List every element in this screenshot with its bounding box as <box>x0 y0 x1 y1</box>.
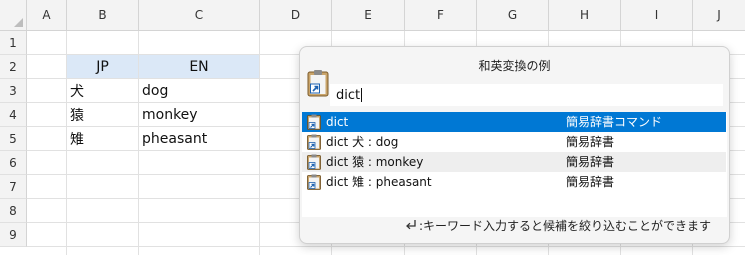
row-header-1[interactable]: 1 <box>0 31 27 55</box>
result-list: dict 簡易辞書コマンド dict 犬 : dog 簡易辞書 dict 猿:… <box>302 112 727 217</box>
footer-hint-text: :キーワード入力すると候補を絞り込むことができます <box>418 218 711 233</box>
cell-c2[interactable]: EN <box>139 55 259 78</box>
cell-b3[interactable]: 犬 <box>67 79 138 102</box>
gridline <box>27 246 745 247</box>
launcher-popup: 和英変換の例 dict dict 簡易辞書コマンド dict 犬: dog 簡… <box>299 46 730 244</box>
clipboard-shortcut-icon <box>307 134 321 150</box>
footer-hint: :キーワード入力すると候補を絞り込むことができます <box>405 218 711 233</box>
select-all-corner[interactable] <box>0 0 27 31</box>
cell-b5[interactable]: 雉 <box>67 127 138 150</box>
row-header-4[interactable]: 4 <box>0 103 27 127</box>
column-header-d[interactable]: D <box>260 0 332 31</box>
column-header-g[interactable]: G <box>477 0 549 31</box>
column-header-i[interactable]: I <box>621 0 693 31</box>
column-header-a[interactable]: A <box>27 0 67 31</box>
result-type: 簡易辞書 <box>566 175 615 189</box>
search-input-value: dict <box>336 87 361 103</box>
row-header-9[interactable]: 9 <box>0 223 27 247</box>
cell-b4[interactable]: 猿 <box>67 103 138 126</box>
text-caret <box>361 88 363 102</box>
result-type: 簡易辞書 <box>566 135 615 149</box>
result-item-monkey[interactable]: dict 猿 : monkey 簡易辞書 <box>302 152 726 172</box>
result-item-dict[interactable]: dict 簡易辞書コマンド <box>302 112 726 132</box>
clipboard-shortcut-icon <box>307 114 321 130</box>
cell-b2[interactable]: JP <box>67 55 138 78</box>
row-header-3[interactable]: 3 <box>0 79 27 103</box>
clipboard-shortcut-icon <box>307 154 321 170</box>
cell-c3[interactable]: dog <box>139 79 259 102</box>
row-header-7[interactable]: 7 <box>0 175 27 199</box>
result-label: dict <box>326 115 349 129</box>
row-header-2[interactable]: 2 <box>0 55 27 79</box>
search-input[interactable]: dict <box>330 84 723 106</box>
clipboard-shortcut-icon <box>307 174 321 190</box>
result-label: dict 猿 : monkey <box>326 155 424 169</box>
column-header-b[interactable]: B <box>67 0 139 31</box>
cell-c4[interactable]: monkey <box>139 103 259 126</box>
column-header-j[interactable]: J <box>693 0 745 31</box>
row-header-8[interactable]: 8 <box>0 199 27 223</box>
result-label: dict 雉 : pheasant <box>326 175 432 189</box>
select-all-triangle-icon <box>14 18 23 27</box>
column-header-c[interactable]: C <box>139 0 260 31</box>
result-type: 簡易辞書 <box>566 155 615 169</box>
row-header-5[interactable]: 5 <box>0 127 27 151</box>
cell-c5[interactable]: pheasant <box>139 127 259 150</box>
column-header-f[interactable]: F <box>405 0 477 31</box>
result-item-pheasant[interactable]: dict 雉 : pheasant 簡易辞書 <box>302 172 726 192</box>
result-label: dict 犬 : dog <box>326 135 399 149</box>
result-item-dog[interactable]: dict 犬 : dog 簡易辞書 <box>302 132 726 152</box>
popup-title: 和英変換の例 <box>478 59 551 73</box>
enter-key-icon <box>406 220 416 230</box>
column-header-h[interactable]: H <box>549 0 621 31</box>
column-header-e[interactable]: E <box>332 0 405 31</box>
row-header-6[interactable]: 6 <box>0 151 27 175</box>
clipboard-shortcut-icon <box>307 70 329 97</box>
result-type: 簡易辞書コマンド <box>566 115 663 129</box>
